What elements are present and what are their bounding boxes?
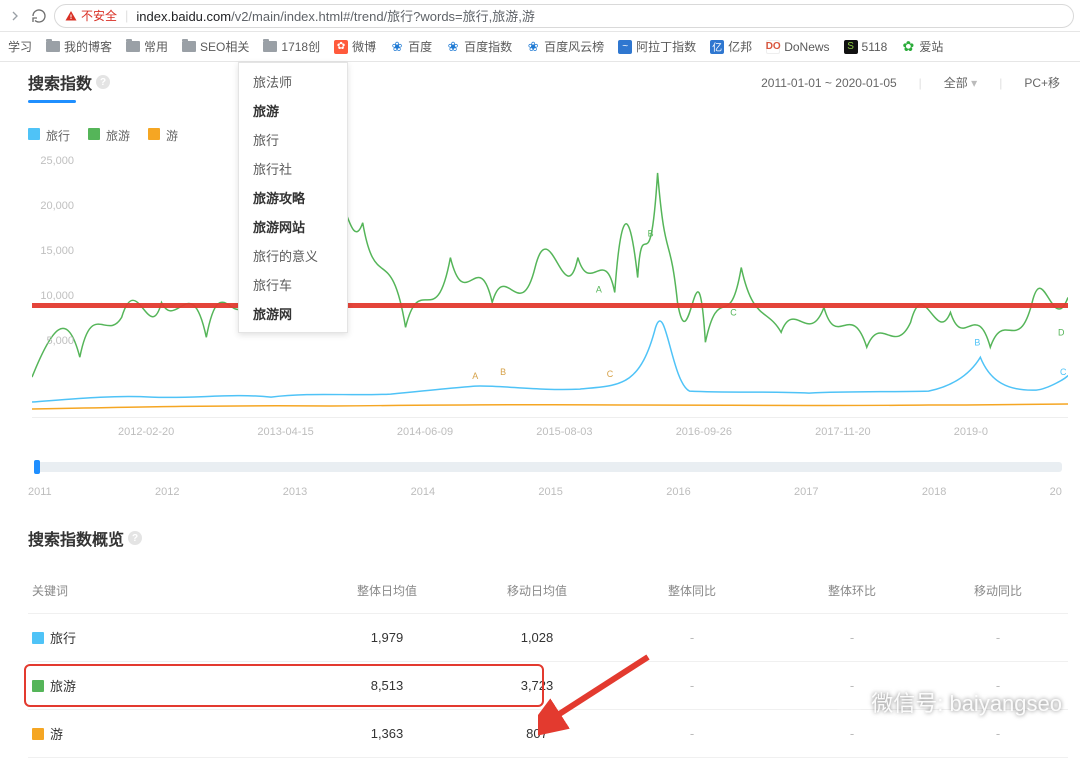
overview-table: 关键词整体日均值移动日均值整体同比整体环比移动同比 旅行1,9791,028--…	[28, 568, 1068, 758]
y-tick: 10,000	[32, 290, 74, 302]
bookmark-item[interactable]: ❀百度风云榜	[526, 38, 604, 55]
svg-text:C: C	[1060, 367, 1067, 377]
svg-text:B: B	[974, 337, 980, 347]
svg-text:D: D	[1058, 327, 1065, 337]
bookmark-item[interactable]: ❀百度指数	[446, 38, 512, 55]
suggest-item[interactable]: 旅行	[239, 125, 347, 154]
svg-text:C: C	[730, 307, 737, 317]
suggest-item[interactable]: 旅行社	[239, 154, 347, 183]
watermark: 微信号: baiyangseo	[835, 686, 1062, 718]
section-title: 搜索指数 ?	[28, 70, 110, 94]
brush-track	[34, 462, 1062, 472]
table-row: 旅行1,9791,028---	[28, 614, 1068, 662]
trend-chart[interactable]: 25,000 20,000 15,000 10,000 5,000 A B C A B …	[28, 148, 1068, 448]
table-header: 关键词整体日均值移动日均值整体同比整体环比移动同比	[28, 568, 1068, 614]
wechat-icon	[835, 688, 863, 716]
bookmark-item[interactable]: 我的博客	[46, 38, 112, 55]
scope-select[interactable]: 全部 ▾	[944, 74, 977, 91]
page-content: 搜索指数 ? 2011-01-01 ~ 2020-01-05 | 全部 ▾ | …	[0, 62, 1080, 758]
filter-bar: 2011-01-01 ~ 2020-01-05 | 全部 ▾ | PC+移	[761, 70, 1060, 91]
suggest-item[interactable]: 旅行的意义	[239, 241, 347, 270]
bookmark-item[interactable]: 常用	[126, 38, 168, 55]
y-tick: 25,000	[32, 155, 74, 167]
bookmark-item[interactable]: ❀百度	[390, 38, 432, 55]
bookmark-item[interactable]: SEO相关	[182, 38, 249, 55]
chart-legend: 旅行 旅游 游	[28, 127, 1068, 144]
suggest-item[interactable]: 旅游网站	[239, 212, 347, 241]
svg-text:A: A	[472, 371, 478, 381]
device-select[interactable]: PC+移	[1024, 74, 1060, 91]
time-brush[interactable]	[28, 458, 1068, 478]
bookmark-item[interactable]: ✿爱站	[901, 38, 943, 55]
bookmark-item[interactable]: ✿微博	[334, 38, 376, 55]
bookmark-item[interactable]: ~阿拉丁指数	[618, 38, 696, 55]
overview-title: 搜索指数概览 ?	[28, 526, 1068, 550]
url-text: index.baidu.com/v2/main/index.html#/tren…	[136, 6, 534, 25]
address-bar[interactable]: 不安全 | index.baidu.com/v2/main/index.html…	[54, 4, 1074, 28]
chart-plot: 25,000 20,000 15,000 10,000 5,000 A B C A B …	[32, 148, 1068, 418]
browser-toolbar: 不安全 | index.baidu.com/v2/main/index.html…	[0, 0, 1080, 32]
help-icon[interactable]: ?	[96, 75, 110, 89]
overview-section: 搜索指数概览 ? 关键词整体日均值移动日均值整体同比整体环比移动同比 旅行1,9…	[28, 526, 1068, 758]
suggest-item[interactable]: 旅法师	[239, 67, 347, 96]
reference-line	[32, 303, 1068, 308]
chart-x-axis: 2012-02-202013-04-152014-06-092015-08-03…	[28, 426, 1068, 438]
legend-item[interactable]: 旅行	[28, 127, 70, 144]
svg-text:B: B	[648, 229, 654, 239]
help-icon[interactable]: ?	[128, 531, 142, 545]
date-range-select[interactable]: 2011-01-01 ~ 2020-01-05	[761, 76, 897, 90]
legend-item[interactable]: 旅游	[88, 127, 130, 144]
bookmark-item[interactable]: 学习	[8, 38, 32, 55]
svg-text:B: B	[500, 367, 506, 377]
chart-svg: A B C A B C B D C	[32, 148, 1068, 417]
y-tick: 15,000	[32, 245, 74, 257]
bookmarks-bar: 学习我的博客常用 SEO相关 1718创 ✿微博 ❀百度 ❀百度指数 ❀百度风云榜 ~阿拉丁指…	[0, 32, 1080, 62]
reload-icon[interactable]	[30, 7, 48, 25]
y-tick: 5,000	[32, 335, 74, 347]
insecure-badge: 不安全	[65, 7, 117, 24]
suggest-item[interactable]: 旅游网	[239, 299, 347, 328]
suggest-item[interactable]: 旅游攻略	[239, 183, 347, 212]
bookmark-item[interactable]: 1718创	[263, 38, 320, 55]
bookmark-item[interactable]: DODoNews	[766, 40, 829, 54]
suggest-item[interactable]: 旅行车	[239, 270, 347, 299]
suggest-item[interactable]: 旅游	[239, 96, 347, 125]
bookmark-item[interactable]: S5118	[844, 40, 888, 54]
brush-labels: 2011201220132014201520162017201820	[28, 486, 1068, 498]
bookmark-item[interactable]: 亿亿邦	[710, 38, 752, 55]
y-tick: 20,000	[32, 200, 74, 212]
svg-text:A: A	[596, 284, 602, 294]
forward-icon[interactable]	[6, 7, 24, 25]
section-header: 搜索指数 ? 2011-01-01 ~ 2020-01-05 | 全部 ▾ | …	[28, 70, 1068, 103]
legend-item[interactable]: 游	[148, 127, 178, 144]
svg-text:C: C	[607, 369, 614, 379]
active-tab-underline	[28, 100, 76, 103]
brush-handle[interactable]	[34, 460, 40, 474]
search-suggest-dropdown: 旅法师旅游旅行旅行社旅游攻略旅游网站旅行的意义旅行车旅游网	[238, 62, 348, 333]
insecure-label: 不安全	[81, 7, 117, 24]
